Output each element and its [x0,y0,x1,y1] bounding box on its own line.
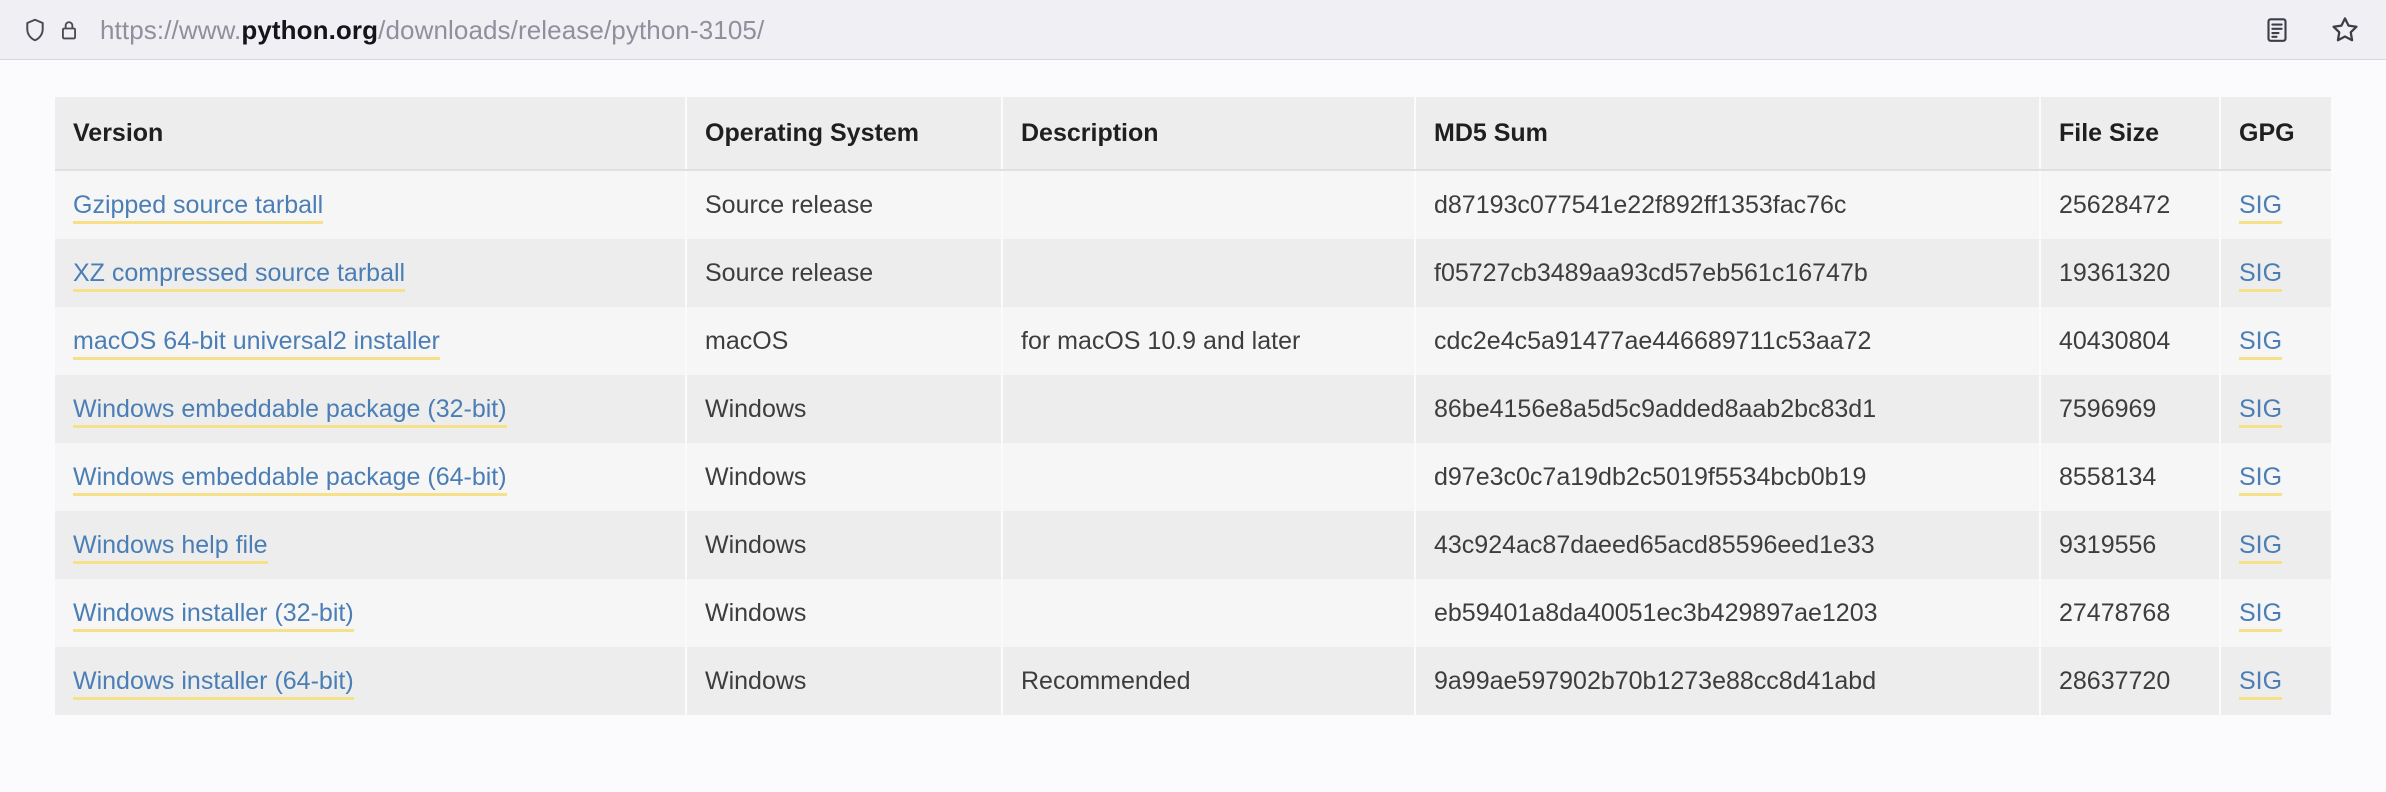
table-row: Windows embeddable package (32-bit) Windo… [55,375,2331,443]
shield-icon[interactable] [18,13,52,47]
cell-file-size: 40430804 [2040,307,2221,375]
table-row: Gzipped source tarball Source release d871… [55,170,2331,239]
column-header-gpg: GPG [2220,97,2331,171]
table-row: Windows installer (32-bit) Windows eb59401… [55,579,2331,647]
cell-gpg: SIG [2220,375,2331,443]
lock-icon[interactable] [52,13,86,47]
cell-md5-sum: cdc2e4c5a91477ae446689711c53aa72 [1415,307,2041,375]
download-link[interactable]: Windows embeddable package (64-bit) [73,463,507,496]
cell-gpg: SIG [2220,239,2331,307]
column-header-description: Description [1002,97,1416,171]
cell-file-size: 19361320 [2040,239,2221,307]
download-link[interactable]: macOS 64-bit universal2 installer [73,327,440,360]
sig-link[interactable]: SIG [2239,191,2283,224]
cell-description [1002,579,1416,647]
cell-md5-sum: eb59401a8da40051ec3b429897ae1203 [1415,579,2041,647]
sig-link[interactable]: SIG [2239,463,2283,496]
table-row: Windows help file Windows 43c924ac87daeed6… [55,511,2331,579]
cell-gpg: SIG [2220,647,2331,715]
download-link[interactable]: Windows installer (32-bit) [73,599,354,632]
cell-description [1002,511,1416,579]
cell-md5-sum: 43c924ac87daeed65acd85596eed1e33 [1415,511,2041,579]
cell-md5-sum: d97e3c0c7a19db2c5019f5534bcb0b19 [1415,443,2041,511]
download-link[interactable]: Gzipped source tarball [73,191,324,224]
cell-version: Windows embeddable package (64-bit) [55,443,687,511]
cell-description: Recommended [1002,647,1416,715]
table-header: Version Operating System Description MD5… [55,97,2331,171]
sig-link[interactable]: SIG [2239,259,2283,292]
reader-mode-icon[interactable] [2260,13,2294,47]
table-row: macOS 64-bit universal2 installer macOS fo… [55,307,2331,375]
url-path: /downloads/release/python-3105/ [378,14,765,45]
table-row: Windows embeddable package (64-bit) Windo… [55,443,2331,511]
page-content: Version Operating System Description MD5… [0,60,2386,792]
cell-md5-sum: d87193c077541e22f892ff1353fac76c [1415,170,2041,239]
downloads-table-container: Version Operating System Description MD5… [0,60,2386,715]
cell-description [1002,170,1416,239]
sig-link[interactable]: SIG [2239,327,2283,360]
cell-version: Windows help file [55,511,687,579]
cell-file-size: 27478768 [2040,579,2221,647]
cell-description [1002,239,1416,307]
url-text[interactable]: https://www.python.org/downloads/release… [100,17,764,43]
sig-link[interactable]: SIG [2239,667,2283,700]
sig-link[interactable]: SIG [2239,395,2283,428]
column-header-md5-sum: MD5 Sum [1415,97,2041,171]
cell-gpg: SIG [2220,307,2331,375]
cell-operating-system: Windows [686,647,1003,715]
column-header-file-size: File Size [2040,97,2221,171]
cell-gpg: SIG [2220,579,2331,647]
table-header-row: Version Operating System Description MD5… [55,97,2331,171]
cell-file-size: 7596969 [2040,375,2221,443]
cell-version: Windows embeddable package (32-bit) [55,375,687,443]
cell-description: for macOS 10.9 and later [1002,307,1416,375]
url-host: python.org [241,14,379,45]
cell-description [1002,375,1416,443]
download-link[interactable]: Windows installer (64-bit) [73,667,354,700]
table-body: Gzipped source tarball Source release d871… [55,170,2331,715]
bookmark-star-icon[interactable] [2328,13,2362,47]
cell-file-size: 9319556 [2040,511,2221,579]
url-prefix: https://www. [100,14,242,45]
cell-file-size: 8558134 [2040,443,2221,511]
cell-version: Gzipped source tarball [55,170,687,239]
cell-operating-system: Source release [686,170,1003,239]
cell-operating-system: Windows [686,375,1003,443]
cell-operating-system: macOS [686,307,1003,375]
column-header-version: Version [55,97,687,171]
download-link[interactable]: Windows embeddable package (32-bit) [73,395,507,428]
table-row: XZ compressed source tarball Source relea… [55,239,2331,307]
url-bar-left-group[interactable]: https://www.python.org/downloads/release… [18,13,2236,47]
cell-version: macOS 64-bit universal2 installer [55,307,687,375]
cell-file-size: 28637720 [2040,647,2221,715]
cell-operating-system: Windows [686,579,1003,647]
cell-version: XZ compressed source tarball [55,239,687,307]
table-row: Windows installer (64-bit) Windows Recomme… [55,647,2331,715]
cell-operating-system: Windows [686,511,1003,579]
downloads-table: Version Operating System Description MD5… [55,97,2331,715]
cell-md5-sum: 9a99ae597902b70b1273e88cc8d41abd [1415,647,2041,715]
cell-gpg: SIG [2220,170,2331,239]
column-header-operating-system: Operating System [686,97,1003,171]
cell-md5-sum: f05727cb3489aa93cd57eb561c16747b [1415,239,2041,307]
cell-operating-system: Source release [686,239,1003,307]
cell-gpg: SIG [2220,443,2331,511]
cell-description [1002,443,1416,511]
download-link[interactable]: XZ compressed source tarball [73,259,406,292]
cell-version: Windows installer (32-bit) [55,579,687,647]
cell-version: Windows installer (64-bit) [55,647,687,715]
sig-link[interactable]: SIG [2239,531,2283,564]
url-bar-right-group[interactable] [2260,13,2362,47]
cell-operating-system: Windows [686,443,1003,511]
browser-url-bar[interactable]: https://www.python.org/downloads/release… [0,0,2386,60]
cell-file-size: 25628472 [2040,170,2221,239]
cell-md5-sum: 86be4156e8a5d5c9added8aab2bc83d1 [1415,375,2041,443]
sig-link[interactable]: SIG [2239,599,2283,632]
download-link[interactable]: Windows help file [73,531,268,564]
cell-gpg: SIG [2220,511,2331,579]
